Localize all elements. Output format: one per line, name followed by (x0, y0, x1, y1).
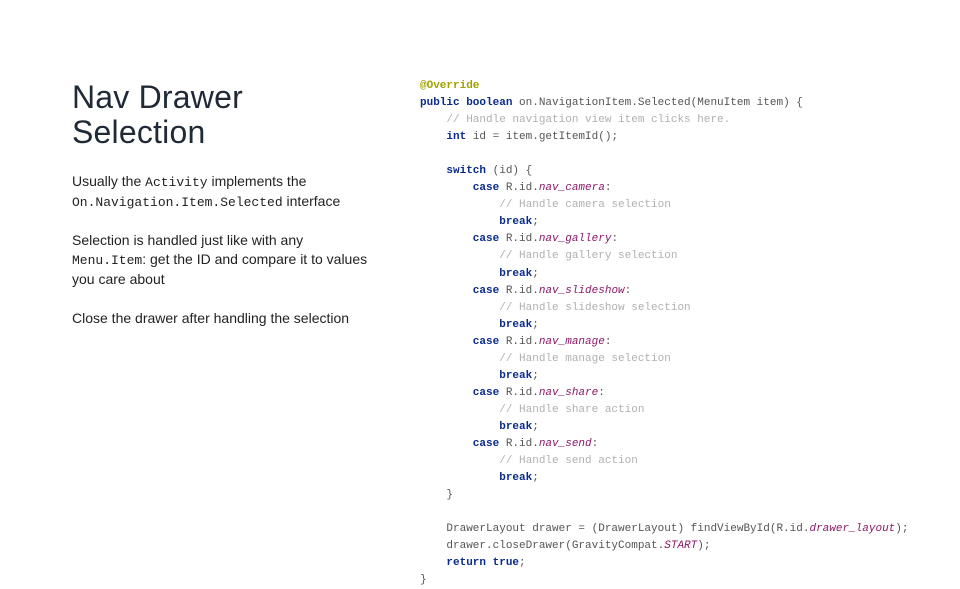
code-keyword: return true (420, 557, 519, 569)
code-keyword: switch (420, 165, 486, 177)
code-text: } (420, 574, 427, 586)
code-keyword: case (420, 336, 499, 348)
code-comment: // Handle gallery selection (420, 250, 677, 262)
code-text: ; (532, 319, 539, 331)
code-text: R.id. (499, 182, 539, 194)
code-text: ); (697, 540, 710, 552)
para-2: Selection is handled just like with any … (72, 231, 376, 288)
code-keyword: int (420, 131, 466, 143)
code-text: : (592, 438, 599, 450)
code-text: on.NavigationItem.Selected(MenuItem item… (512, 97, 802, 109)
code-text: ; (532, 268, 539, 280)
code-keyword: break (420, 319, 532, 331)
code-keyword: break (420, 216, 532, 228)
text: Usually the (72, 173, 145, 189)
code-field: nav_manage (539, 336, 605, 348)
code-text: : (605, 336, 612, 348)
code-text: id = item.getItemId(); (466, 131, 618, 143)
code-text: ; (532, 216, 539, 228)
code-field: nav_slideshow (539, 285, 625, 297)
slide-title: Nav Drawer Selection (72, 80, 376, 150)
code-comment: // Handle navigation view item clicks he… (420, 114, 730, 126)
code-text: ; (519, 557, 526, 569)
code-text: (id) { (486, 165, 532, 177)
code-keyword: case (420, 285, 499, 297)
code-text: DrawerLayout drawer = (DrawerLayout) fin… (420, 523, 809, 535)
code-text: R.id. (499, 387, 539, 399)
code-inline-menuitem: Menu.Item (72, 253, 142, 268)
code-text: R.id. (499, 233, 539, 245)
text-column: Nav Drawer Selection Usually the Activit… (0, 0, 410, 540)
code-keyword: case (420, 182, 499, 194)
code-text: R.id. (499, 336, 539, 348)
code-inline-activity: Activity (145, 175, 207, 190)
code-text: R.id. (499, 285, 539, 297)
code-keyword: boolean (460, 97, 513, 109)
code-comment: // Handle send action (420, 455, 638, 467)
code-field: nav_send (539, 438, 592, 450)
code-keyword: break (420, 472, 532, 484)
code-comment: // Handle camera selection (420, 199, 671, 211)
code-keyword: break (420, 370, 532, 382)
code-text: ; (532, 421, 539, 433)
code-keyword: case (420, 387, 499, 399)
code-text: : (625, 285, 632, 297)
code-text: R.id. (499, 438, 539, 450)
code-keyword: break (420, 268, 532, 280)
code-comment: // Handle manage selection (420, 353, 671, 365)
code-inline-interface: On.Navigation.Item.Selected (72, 195, 283, 210)
code-field: nav_share (539, 387, 598, 399)
code-text: : (598, 387, 605, 399)
code-comment: // Handle share action (420, 404, 644, 416)
para-3: Close the drawer after handling the sele… (72, 309, 376, 328)
code-field: drawer_layout (809, 523, 895, 535)
code-comment: // Handle slideshow selection (420, 302, 691, 314)
code-text: ); (895, 523, 908, 535)
para-1: Usually the Activity implements the On.N… (72, 172, 376, 211)
text: Selection is handled just like with any (72, 232, 303, 248)
code-field: nav_camera (539, 182, 605, 194)
text: interface (283, 193, 341, 209)
code-keyword: public (420, 97, 460, 109)
code-block: @Override public boolean on.NavigationIt… (410, 0, 960, 540)
text: implements the (208, 173, 307, 189)
code-field: nav_gallery (539, 233, 612, 245)
code-keyword: case (420, 438, 499, 450)
code-field: START (664, 540, 697, 552)
code-text: } (420, 489, 453, 501)
code-keyword: break (420, 421, 532, 433)
code-text: drawer.closeDrawer(GravityCompat. (420, 540, 664, 552)
code-text: : (605, 182, 612, 194)
code-text: ; (532, 370, 539, 382)
code-text: : (611, 233, 618, 245)
code-text: ; (532, 472, 539, 484)
code-annotation: @Override (420, 80, 479, 92)
slide: Nav Drawer Selection Usually the Activit… (0, 0, 960, 540)
code-keyword: case (420, 233, 499, 245)
